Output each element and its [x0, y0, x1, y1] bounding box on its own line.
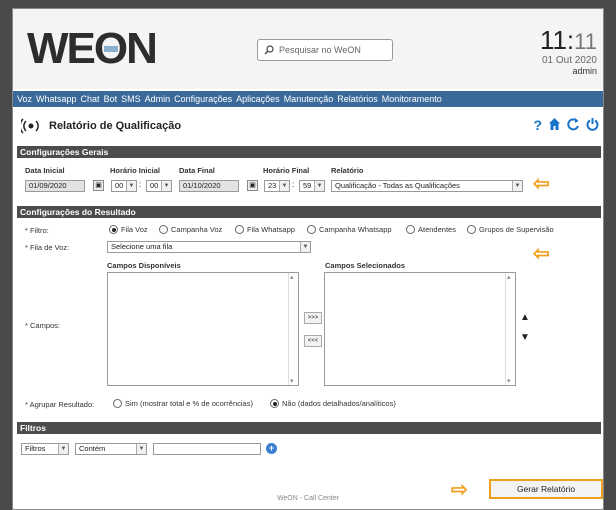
- radio-agrupar-sim[interactable]: Sim (mostrar total e % de ocorrências): [113, 399, 253, 408]
- horario-inicial-minuto[interactable]: 00 ▼: [146, 180, 172, 192]
- radio-dot: [270, 399, 279, 408]
- filtro-operador-select[interactable]: Contém ▼: [75, 443, 147, 455]
- home-icon[interactable]: [548, 117, 561, 131]
- campos-disponiveis-list[interactable]: [107, 272, 299, 386]
- radio-dot: [307, 225, 316, 234]
- menu-item-admin[interactable]: Admin: [145, 94, 171, 104]
- radio-grupos-supervisao[interactable]: Grupos de Supervisão: [467, 225, 554, 234]
- agrupar-label: * Agrupar Resultado:: [25, 400, 95, 409]
- refresh-icon[interactable]: [567, 117, 580, 131]
- broadcast-icon: [21, 118, 39, 134]
- fila-voz-select[interactable]: Selecione uma fila ▼: [107, 241, 311, 253]
- menu-item-manutencao[interactable]: Manutenção: [284, 94, 334, 104]
- data-final-label: Data Final: [179, 166, 215, 175]
- clock-time: 11:11: [539, 25, 597, 55]
- radio-fila-voz[interactable]: Fila Voz: [109, 225, 148, 234]
- page-titlebar: Relatório de Qualificação ?: [13, 113, 603, 139]
- menu-item-configuracoes[interactable]: Configurações: [174, 94, 232, 104]
- filtro-label: * Filtro:: [25, 226, 49, 235]
- menu-item-relatorios[interactable]: Relatórios: [337, 94, 378, 104]
- current-user: admin: [572, 66, 597, 76]
- fila-voz-label: * Fila de Voz:: [25, 243, 70, 252]
- app-window: WEON Pesquisar no WeON 11:11 01 Out 2020…: [12, 8, 604, 510]
- radio-dot: [235, 225, 244, 234]
- add-filter-icon[interactable]: +: [266, 443, 277, 454]
- move-left-button[interactable]: <<<: [304, 335, 322, 347]
- page-title: Relatório de Qualificação: [49, 120, 182, 132]
- menu-item-bot[interactable]: Bot: [104, 94, 118, 104]
- filtro-valor-input[interactable]: [153, 443, 261, 455]
- clock: 11:11 01 Out 2020 admin: [540, 27, 597, 76]
- menu-item-voz[interactable]: Voz: [17, 94, 32, 104]
- campos-selecionados-label: Campos Selecionados: [325, 261, 406, 270]
- move-down-icon[interactable]: ▼: [520, 332, 530, 343]
- orange-arrow-2: ⇦: [533, 243, 550, 265]
- radio-dot: [113, 399, 122, 408]
- data-inicial-label: Data Inicial: [25, 166, 65, 175]
- radio-campanha-whatsapp[interactable]: Campanha Whatsapp: [307, 225, 392, 234]
- header: WEON Pesquisar no WeON 11:11 01 Out 2020…: [13, 9, 603, 89]
- scrollbar[interactable]: [288, 273, 298, 385]
- orange-arrow-1: ⇦: [533, 173, 550, 195]
- section-config-gerais: Configurações Gerais: [17, 146, 601, 158]
- calendar-icon[interactable]: ▣: [247, 180, 258, 191]
- radio-dot: [159, 225, 168, 234]
- titlebar-icons: ?: [533, 117, 599, 133]
- relatorio-label: Relatório: [331, 166, 364, 175]
- data-final-input[interactable]: 01/10/2020: [179, 180, 239, 192]
- campos-disponiveis-label: Campos Disponíveis: [107, 261, 181, 270]
- radio-campanha-voz[interactable]: Campanha Voz: [159, 225, 222, 234]
- horario-final-hora[interactable]: 23 ▼: [264, 180, 290, 192]
- main-menu: Voz Whatsapp Chat Bot SMS Admin Configur…: [13, 91, 603, 107]
- section-config-resultado: Configurações do Resultado: [17, 206, 601, 218]
- horario-inicial-hora[interactable]: 00 ▼: [111, 180, 137, 192]
- section-filtros: Filtros: [17, 422, 601, 434]
- campos-label: * Campos:: [25, 321, 61, 330]
- horario-final-minuto[interactable]: 59 ▼: [299, 180, 325, 192]
- clock-date: 01 Out 2020: [541, 55, 597, 66]
- horario-inicial-label: Horário Inicial: [110, 166, 161, 175]
- radio-fila-whatsapp[interactable]: Fila Whatsapp: [235, 225, 295, 234]
- weon-logo: WEON: [27, 24, 158, 73]
- menu-item-sms[interactable]: SMS: [121, 94, 141, 104]
- calendar-icon[interactable]: ▣: [93, 180, 104, 191]
- menu-item-monitoramento[interactable]: Monitoramento: [382, 94, 442, 104]
- relatorio-select[interactable]: Qualificação - Todas as Qualificações ▼: [331, 180, 523, 192]
- campos-selecionados-list[interactable]: [324, 272, 516, 386]
- radio-agrupar-nao[interactable]: Não (dados detalhados/analíticos): [270, 399, 396, 408]
- radio-dot: [467, 225, 476, 234]
- horario-final-label: Horário Final: [263, 166, 310, 175]
- radio-dot: [406, 225, 415, 234]
- search-icon: [264, 45, 274, 55]
- menu-item-aplicacoes[interactable]: Aplicações: [236, 94, 280, 104]
- move-up-icon[interactable]: ▲: [520, 312, 530, 323]
- help-icon[interactable]: ?: [533, 117, 542, 133]
- power-icon[interactable]: [586, 117, 599, 131]
- filtro-campo-select[interactable]: Filtros ▼: [21, 443, 69, 455]
- data-inicial-input[interactable]: 01/09/2020: [25, 180, 85, 192]
- search-placeholder: Pesquisar no WeON: [279, 45, 361, 55]
- scrollbar[interactable]: [505, 273, 515, 385]
- radio-dot: [109, 225, 118, 234]
- menu-item-whatsapp[interactable]: Whatsapp: [36, 94, 77, 104]
- search-input[interactable]: Pesquisar no WeON: [257, 39, 393, 61]
- menu-item-chat[interactable]: Chat: [81, 94, 100, 104]
- radio-atendentes[interactable]: Atendentes: [406, 225, 456, 234]
- move-right-button[interactable]: >>>: [304, 312, 322, 324]
- footer-brand: WeON - Call Center: [276, 495, 340, 502]
